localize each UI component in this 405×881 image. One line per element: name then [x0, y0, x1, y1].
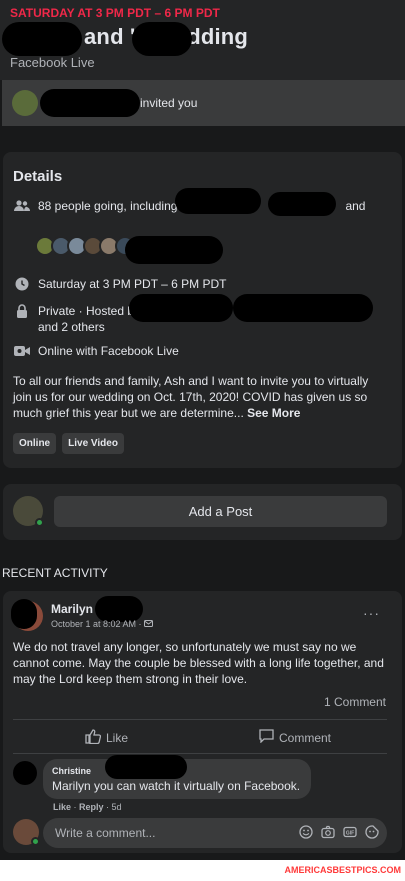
add-post-card: Add a Post	[3, 484, 402, 540]
comment-like-link[interactable]: Like	[53, 802, 71, 812]
going-suffix: and	[345, 199, 366, 213]
video-camera-icon	[13, 343, 31, 359]
redaction	[40, 89, 140, 117]
thumbs-up-icon	[85, 729, 102, 747]
more-options-button[interactable]: ···	[363, 605, 380, 621]
redaction	[11, 599, 37, 629]
details-card: Details 88 people going, including and S…	[3, 152, 402, 468]
event-description: To all our friends and family, Ash and I…	[13, 374, 369, 420]
invite-bar[interactable]: invited you	[2, 80, 405, 126]
redaction	[125, 236, 223, 264]
comment-reply-link[interactable]: Reply	[79, 802, 104, 812]
see-more-link[interactable]: See More	[247, 406, 300, 420]
privacy-text: Private · Hosted by and 2 others	[38, 304, 141, 334]
post-card: Marilyn October 1 at 8:02 AM · ··· We do…	[3, 591, 402, 853]
comment-author[interactable]: Christine	[52, 766, 91, 776]
redaction	[233, 294, 373, 322]
redaction	[105, 755, 187, 779]
gif-icon[interactable]: GIF	[343, 825, 357, 842]
like-button[interactable]: Like	[85, 729, 128, 747]
add-post-button[interactable]: Add a Post	[54, 496, 387, 527]
online-text: Online with Facebook Live	[38, 344, 179, 358]
event-header: SATURDAY AT 3 PM PDT – 6 PM PDT and 's W…	[0, 0, 405, 80]
tag-live-video[interactable]: Live Video	[62, 433, 124, 454]
post-author[interactable]: Marilyn	[51, 602, 93, 616]
redaction	[268, 192, 336, 216]
comment-bubble: Christine Marilyn you can watch it virtu…	[43, 755, 311, 799]
time-text: Saturday at 3 PM PDT – 6 PM PDT	[38, 277, 227, 291]
commenter-avatar[interactable]	[13, 761, 37, 785]
comment-input[interactable]: Write a comment... GIF	[43, 818, 387, 848]
comment-age: 5d	[111, 802, 122, 812]
tag-online[interactable]: Online	[13, 433, 57, 454]
comment-input-icons: GIF	[299, 825, 379, 842]
online-status-dot	[31, 837, 40, 846]
redaction	[2, 22, 82, 56]
online-row: Online with Facebook Live	[13, 343, 179, 359]
speech-bubble-icon	[259, 729, 274, 746]
comment-count[interactable]: 1 Comment	[324, 695, 386, 709]
redaction	[132, 22, 192, 56]
camera-icon[interactable]	[321, 825, 335, 842]
details-title: Details	[13, 168, 63, 185]
redaction	[175, 188, 261, 214]
event-date: SATURDAY AT 3 PM PDT – 6 PM PDT	[10, 6, 220, 20]
comment-button[interactable]: Comment	[259, 729, 331, 746]
invite-text: invited you	[140, 96, 198, 110]
recent-activity-heading: RECENT ACTIVITY	[2, 566, 108, 580]
divider	[13, 753, 387, 754]
redaction	[129, 294, 233, 322]
post-timestamp[interactable]: October 1 at 8:02 AM ·	[51, 619, 154, 629]
hosts-more[interactable]: and 2 others	[38, 320, 105, 334]
online-status-dot	[35, 518, 44, 527]
divider	[13, 719, 387, 720]
time-row: Saturday at 3 PM PDT – 6 PM PDT	[13, 276, 227, 292]
privacy-row: Private · Hosted by and 2 others	[13, 303, 140, 335]
people-icon	[13, 198, 31, 214]
clock-icon	[13, 276, 31, 292]
lock-icon	[13, 303, 31, 319]
event-subtitle: Facebook Live	[10, 55, 95, 70]
comment-input-placeholder: Write a comment...	[55, 826, 156, 840]
comment-text: Marilyn you can watch it virtually on Fa…	[52, 779, 301, 793]
going-text[interactable]: 88 people going, including	[38, 198, 177, 214]
inviter-avatar[interactable]	[12, 90, 38, 116]
event-tags: Online Live Video	[13, 433, 124, 454]
sticker-icon[interactable]	[365, 825, 379, 842]
comment-meta: Like · Reply · 5d	[53, 802, 122, 812]
watermark: AMERICASBESTPICS.COM	[284, 865, 401, 875]
audience-icon	[144, 619, 154, 629]
svg-text:GIF: GIF	[346, 830, 354, 836]
emoji-icon[interactable]	[299, 825, 313, 842]
post-body: We do not travel any longer, so unfortun…	[13, 640, 384, 686]
